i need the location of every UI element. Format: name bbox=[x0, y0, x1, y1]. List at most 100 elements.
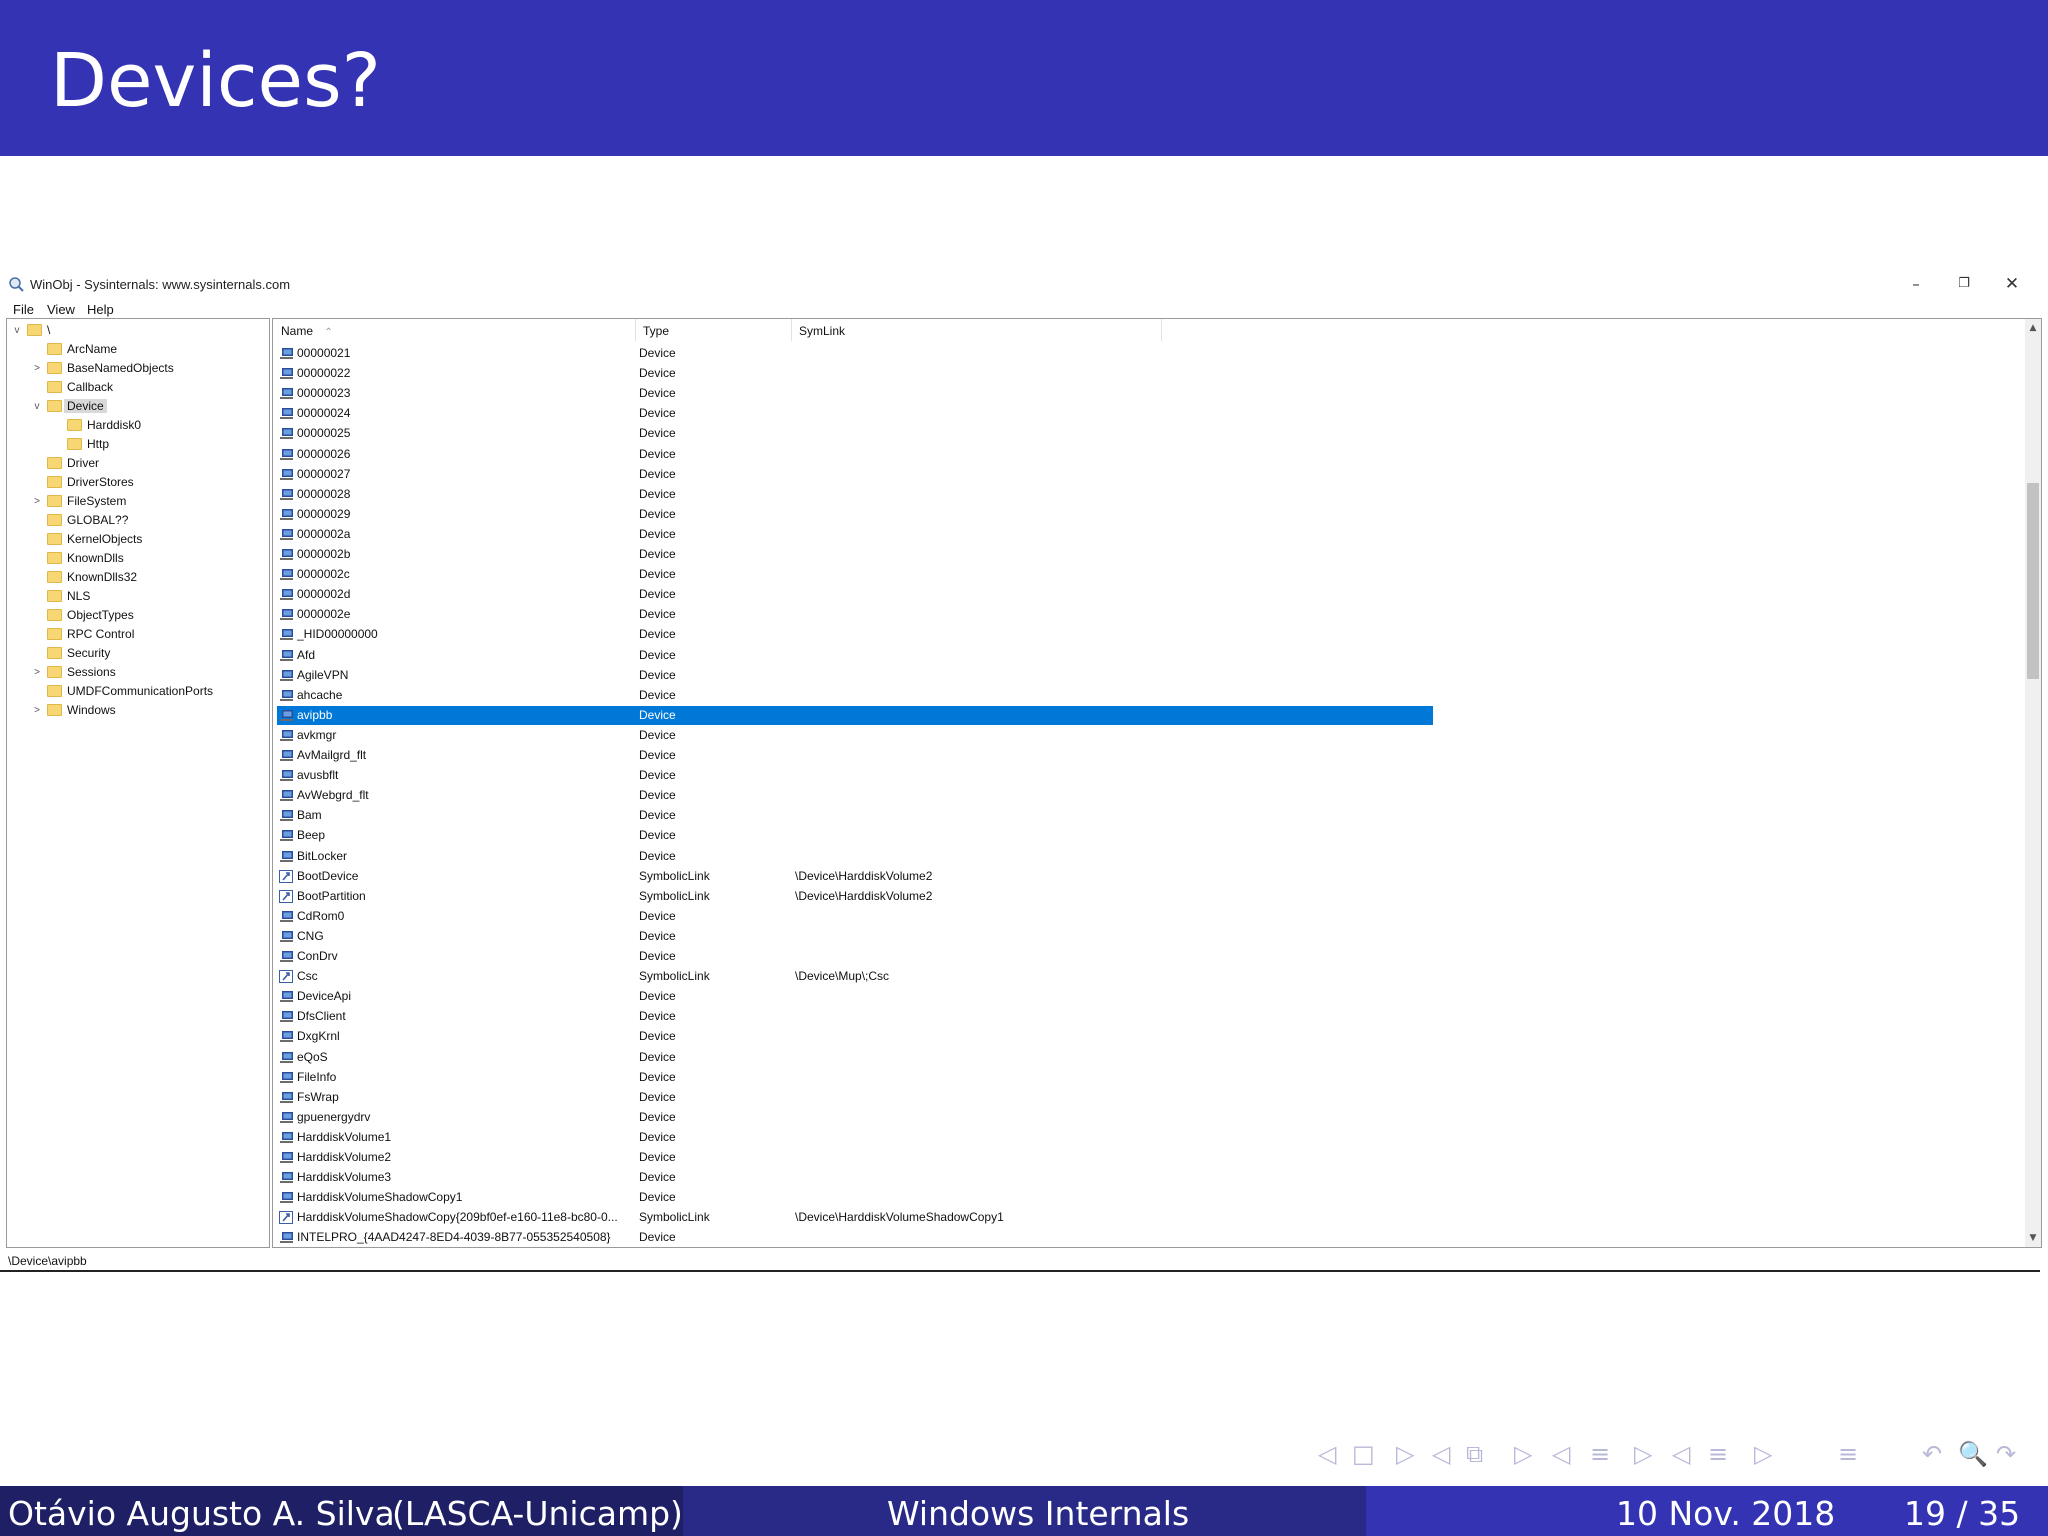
cell-name: 00000028 bbox=[297, 486, 351, 501]
folder-icon bbox=[47, 343, 62, 355]
cell-name: Beep bbox=[297, 828, 326, 843]
nav-prev-subsection-icon[interactable]: ◁ bbox=[1432, 1440, 1450, 1468]
column-divider[interactable] bbox=[635, 319, 636, 341]
nav-prev-frame-icon[interactable]: ◁ bbox=[1318, 1440, 1336, 1468]
list-row[interactable]: 00000024 Device bbox=[277, 404, 1433, 423]
list-row[interactable]: avusbflt Device bbox=[277, 766, 1433, 785]
column-header-type[interactable]: Type bbox=[643, 324, 669, 338]
column-header-name[interactable]: Name ⌃ bbox=[281, 324, 333, 338]
list-row[interactable]: HarddiskVolumeShadowCopy1 Device bbox=[277, 1188, 1433, 1207]
collapsed-chevron-icon[interactable]: > bbox=[31, 359, 43, 378]
nav-subsection-icon[interactable]: ⧉ bbox=[1466, 1440, 1483, 1468]
column-divider[interactable] bbox=[1161, 319, 1162, 341]
list-row[interactable]: eQoS Device bbox=[277, 1048, 1433, 1067]
collapsed-chevron-icon[interactable]: > bbox=[31, 701, 43, 720]
nav-align-icon[interactable]: ≡ bbox=[1838, 1440, 1858, 1468]
object-list[interactable]: Name ⌃ Type SymLink 00000021 Device 000000… bbox=[272, 318, 2042, 1248]
list-row[interactable]: INTELPRO_{4AAD4247-8ED4-4039-8B77-055352… bbox=[277, 1228, 1433, 1247]
tree-item-label: Harddisk0 bbox=[87, 418, 142, 432]
cell-type: Device bbox=[639, 466, 676, 481]
list-row[interactable]: 0000002d Device bbox=[277, 585, 1433, 604]
list-row[interactable]: 00000022 Device bbox=[277, 364, 1433, 383]
list-row[interactable]: 0000002c Device bbox=[277, 565, 1433, 584]
cell-type: Device bbox=[639, 627, 676, 642]
list-row[interactable]: Afd Device bbox=[277, 646, 1433, 665]
vertical-scrollbar[interactable]: ▲ ▼ bbox=[2025, 319, 2041, 1247]
tree-item-label: Driver bbox=[67, 456, 99, 470]
list-row[interactable]: 0000002b Device bbox=[277, 545, 1433, 564]
list-row[interactable]: HarddiskVolume3 Device bbox=[277, 1168, 1433, 1187]
nav-next-section-icon[interactable]: ▷ bbox=[1634, 1440, 1652, 1468]
folder-icon bbox=[47, 590, 62, 602]
cell-type: Device bbox=[639, 748, 676, 762]
nav-frame-icon[interactable]: □ bbox=[1352, 1440, 1375, 1468]
collapsed-chevron-icon[interactable]: > bbox=[31, 663, 43, 682]
list-row[interactable]: 00000028 Device bbox=[277, 485, 1433, 504]
list-row[interactable]: HarddiskVolumeShadowCopy{209bf0ef-e160-1… bbox=[277, 1208, 1433, 1227]
cell-name: DfsClient bbox=[297, 1009, 346, 1024]
list-row[interactable]: gpuenergydrv Device bbox=[277, 1108, 1433, 1127]
menu-file[interactable]: File bbox=[13, 302, 34, 317]
list-row[interactable]: 00000023 Device bbox=[277, 384, 1433, 403]
list-row[interactable]: AvWebgrd_flt Device bbox=[277, 786, 1433, 805]
menu-view[interactable]: View bbox=[47, 302, 75, 317]
cell-name: Afd bbox=[297, 647, 316, 662]
nav-doc-icon[interactable]: ≡ bbox=[1708, 1440, 1728, 1468]
folder-icon bbox=[47, 381, 62, 393]
list-row[interactable]: HarddiskVolume2 Device bbox=[277, 1148, 1433, 1167]
list-row[interactable]: AgileVPN Device bbox=[277, 666, 1433, 685]
nav-forward-icon[interactable]: ↷ bbox=[1996, 1440, 2016, 1468]
list-row[interactable]: AvMailgrd_flt Device bbox=[277, 746, 1433, 765]
object-tree[interactable]: v \ ArcName > BaseNamedObjects Callback v Devic… bbox=[6, 318, 270, 1248]
scroll-down-arrow-icon[interactable]: ▼ bbox=[2025, 1229, 2041, 1247]
nav-prev-section-icon[interactable]: ◁ bbox=[1552, 1440, 1570, 1468]
list-row[interactable]: Beep Device bbox=[277, 826, 1433, 845]
list-row[interactable]: 00000029 Device bbox=[277, 505, 1433, 524]
minimize-button[interactable]: – bbox=[1894, 270, 1938, 298]
list-row[interactable]: CNG Device bbox=[277, 927, 1433, 946]
column-divider[interactable] bbox=[791, 319, 792, 341]
list-row[interactable]: DfsClient Device bbox=[277, 1007, 1433, 1026]
scroll-thumb[interactable] bbox=[2027, 483, 2039, 679]
window-titlebar[interactable]: WinObj - Sysinternals: www.sysinternals.… bbox=[0, 268, 2048, 300]
menu-help[interactable]: Help bbox=[87, 302, 114, 317]
list-row[interactable]: 00000021 Device bbox=[277, 344, 1433, 363]
nav-prev-doc-icon[interactable]: ◁ bbox=[1672, 1440, 1690, 1468]
nav-search-icon[interactable]: 🔍 bbox=[1958, 1440, 1988, 1468]
collapsed-chevron-icon[interactable]: > bbox=[31, 492, 43, 511]
list-row[interactable]: BitLocker Device bbox=[277, 847, 1433, 866]
list-row[interactable]: Csc SymbolicLink \Device\Mup\;Csc bbox=[277, 967, 1433, 986]
list-row[interactable]: 00000025 Device bbox=[277, 424, 1433, 443]
expanded-chevron-icon[interactable]: v bbox=[11, 321, 23, 340]
list-row[interactable]: BootPartition SymbolicLink \Device\Harddis… bbox=[277, 887, 1433, 906]
list-row[interactable]: ConDrv Device bbox=[277, 947, 1433, 966]
list-row[interactable]: ahcache Device bbox=[277, 686, 1433, 705]
list-row[interactable]: BootDevice SymbolicLink \Device\HarddiskVo… bbox=[277, 867, 1433, 886]
restore-button[interactable]: ❐ bbox=[1942, 270, 1986, 298]
list-row[interactable]: 0000002e Device bbox=[277, 605, 1433, 624]
list-row[interactable]: HarddiskVolume1 Device bbox=[277, 1128, 1433, 1147]
list-row[interactable]: FileInfo Device bbox=[277, 1068, 1433, 1087]
list-row[interactable]: CdRom0 Device bbox=[277, 907, 1433, 926]
nav-next-doc-icon[interactable]: ▷ bbox=[1754, 1440, 1772, 1468]
list-row[interactable]: FsWrap Device bbox=[277, 1088, 1433, 1107]
list-row[interactable]: 00000026 Device bbox=[277, 445, 1433, 464]
nav-next-subsection-icon[interactable]: ▷ bbox=[1514, 1440, 1532, 1468]
list-row[interactable]: DeviceApi Device bbox=[277, 987, 1433, 1006]
expanded-chevron-icon[interactable]: v bbox=[31, 397, 43, 416]
cell-type: Device bbox=[639, 446, 676, 461]
list-row[interactable]: avkmgr Device bbox=[277, 726, 1433, 745]
column-header-symlink[interactable]: SymLink bbox=[799, 324, 845, 338]
list-row[interactable]: 00000027 Device bbox=[277, 465, 1433, 484]
list-row[interactable]: _HID00000000 Device bbox=[277, 625, 1433, 644]
nav-back-icon[interactable]: ↶ bbox=[1922, 1440, 1942, 1468]
close-button[interactable]: ✕ bbox=[1990, 270, 2034, 298]
nav-next-frame-icon[interactable]: ▷ bbox=[1396, 1440, 1414, 1468]
list-row[interactable]: 0000002a Device bbox=[277, 525, 1433, 544]
list-row-selected[interactable]: avipbb Device bbox=[277, 705, 1433, 725]
scroll-up-arrow-icon[interactable]: ▲ bbox=[2025, 319, 2041, 337]
nav-section-icon[interactable]: ≡ bbox=[1590, 1440, 1610, 1468]
list-row[interactable]: DxgKrnl Device bbox=[277, 1027, 1433, 1046]
list-row[interactable]: Bam Device bbox=[277, 806, 1433, 825]
